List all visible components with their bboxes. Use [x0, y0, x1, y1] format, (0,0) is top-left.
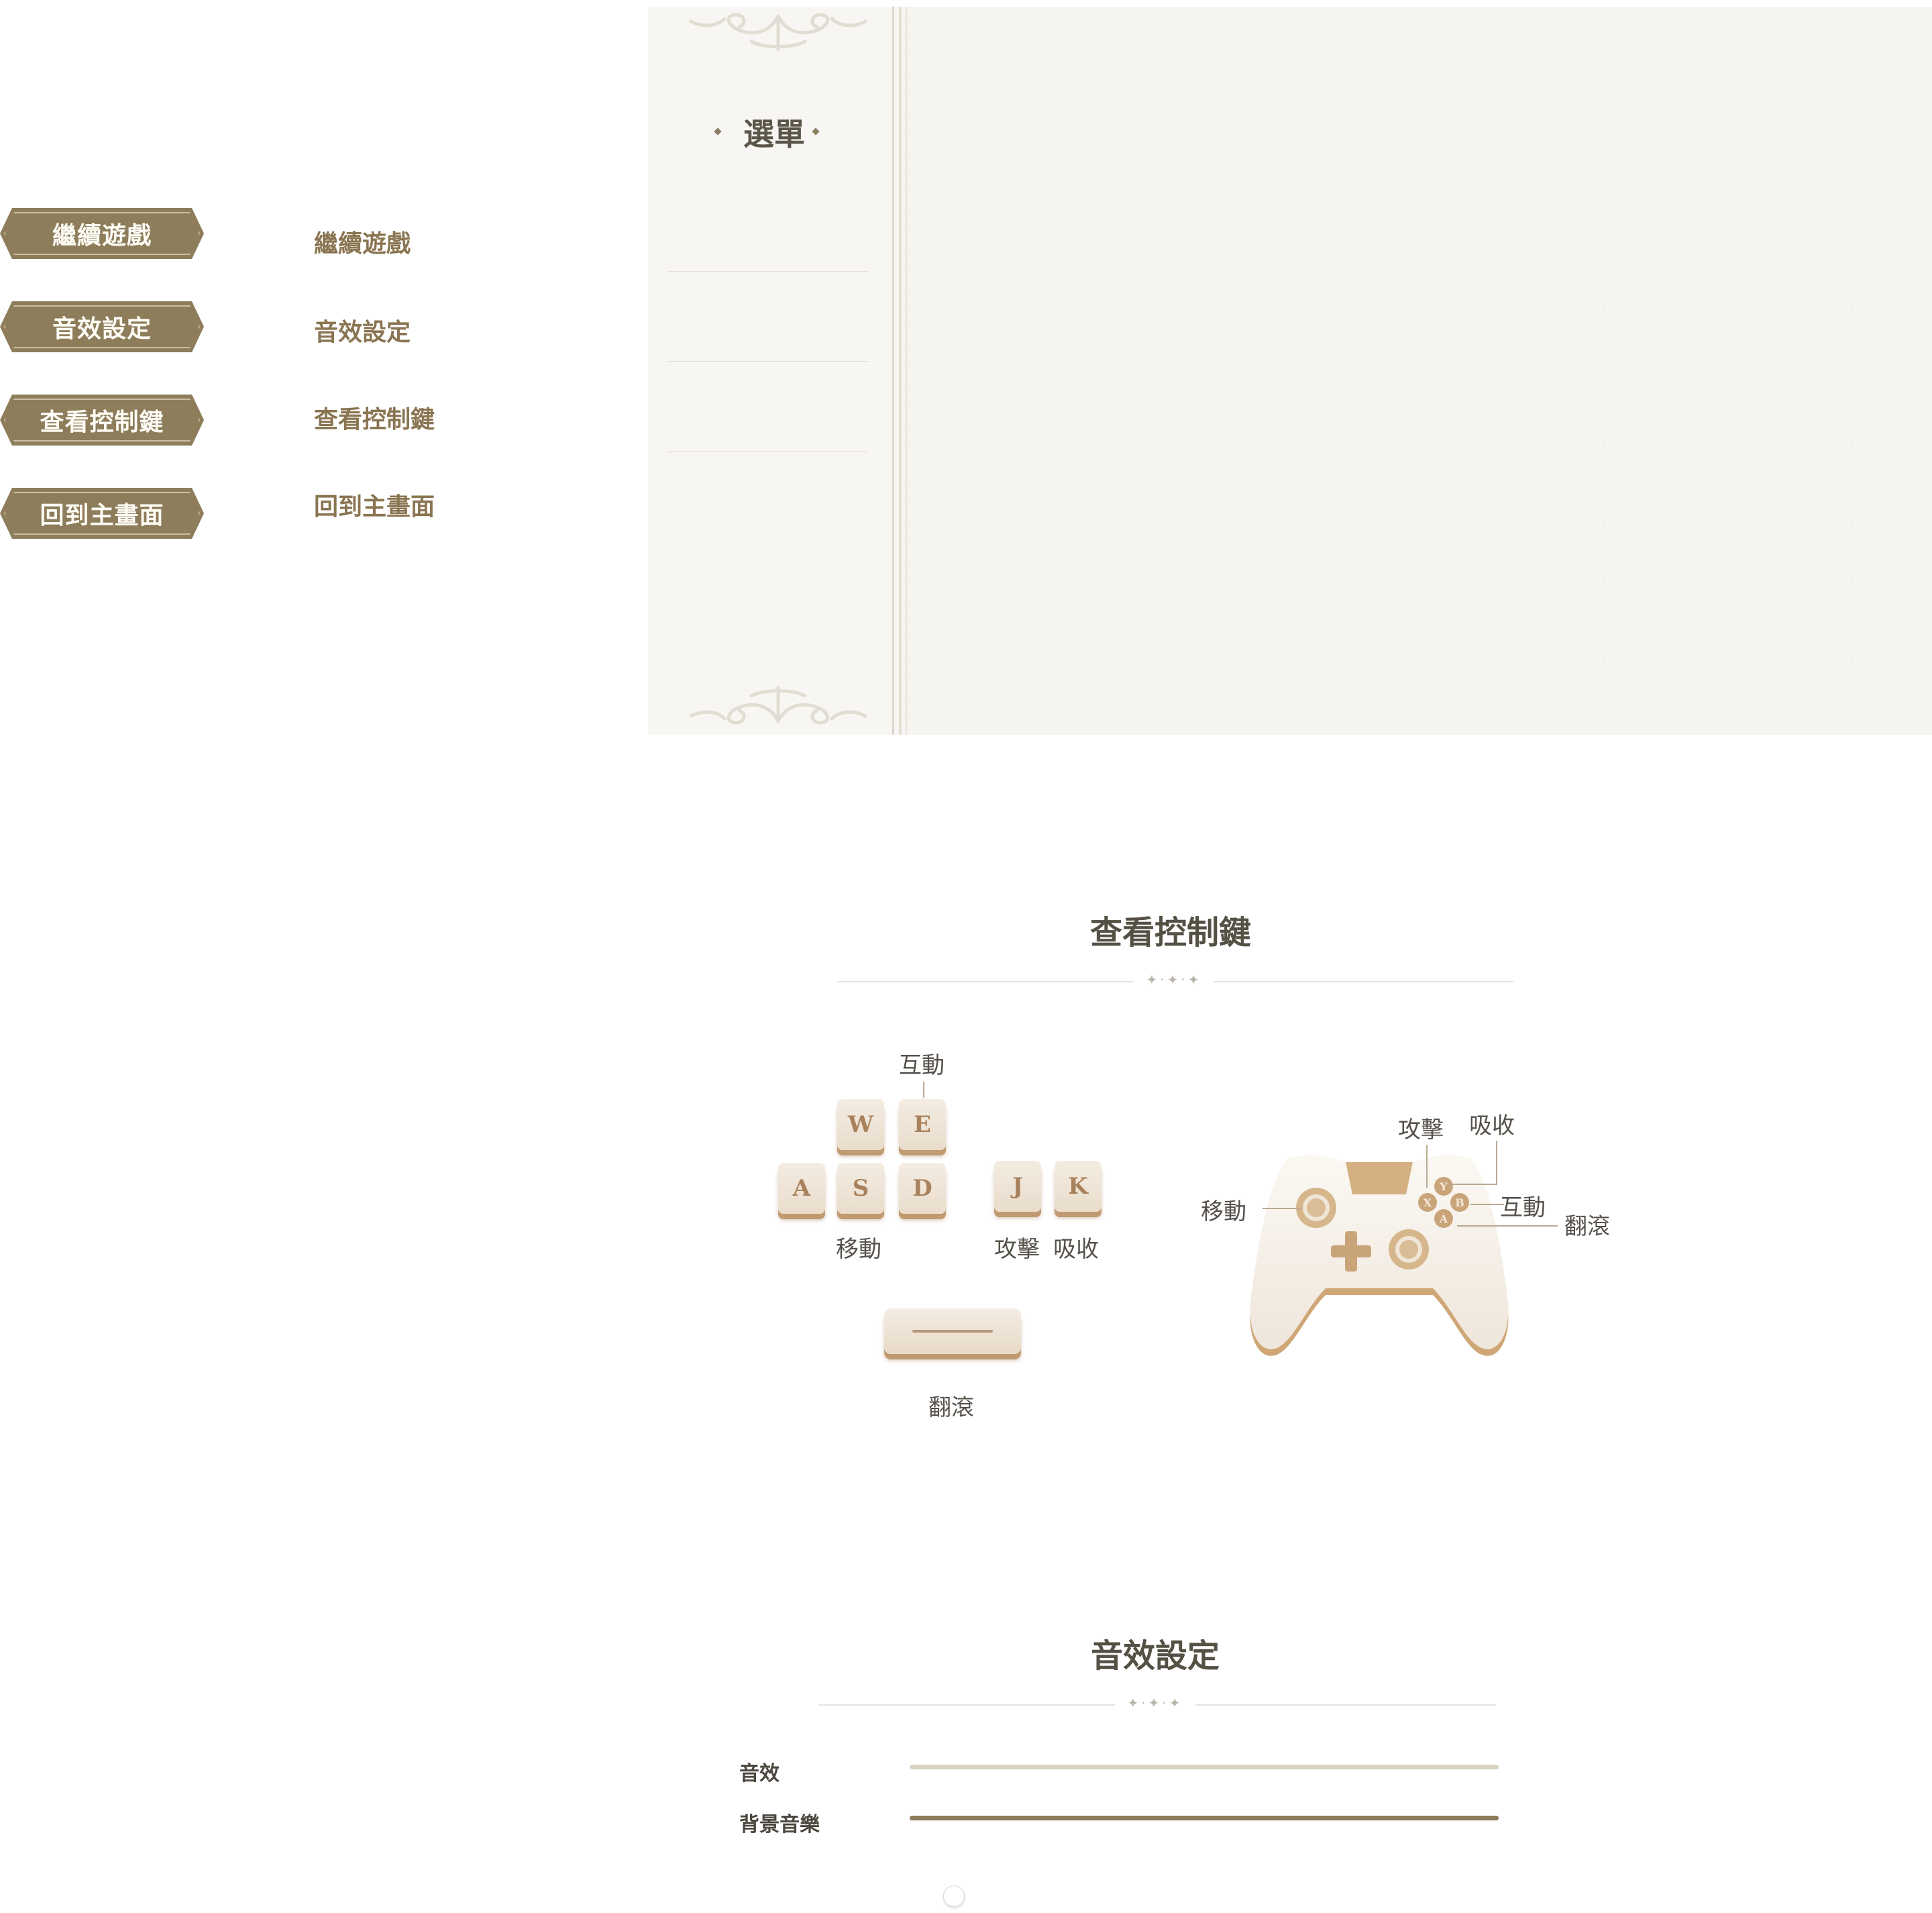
panel-border	[906, 7, 907, 735]
kb-attack-label: 攻擊	[994, 1236, 1040, 1263]
key-d[interactable]: D	[899, 1163, 946, 1214]
svg-text:B: B	[1455, 1196, 1464, 1209]
panel-border	[892, 7, 894, 735]
gp-roll-leader	[1457, 1225, 1558, 1227]
bottom-flourish-icon	[689, 686, 867, 725]
sound-settings-button-label: 音效設定	[52, 315, 152, 343]
gp-interact-label: 互動	[1500, 1194, 1546, 1221]
menu-divider	[667, 271, 868, 272]
bgm-slider-fill	[910, 1816, 1499, 1820]
kb-roll-label: 翻滾	[928, 1394, 974, 1421]
gp-attack-label: 攻擊	[1398, 1117, 1444, 1143]
panel-border	[899, 7, 902, 735]
view-controls-button-label: 查看控制鍵	[40, 409, 164, 436]
key-e[interactable]: E	[899, 1099, 946, 1150]
key-k[interactable]: K	[1055, 1161, 1102, 1212]
kb-absorb-label: 吸收	[1053, 1236, 1099, 1263]
kb-move-label: 移動	[836, 1236, 881, 1263]
menu-divider	[667, 361, 868, 362]
svg-text:Y: Y	[1439, 1180, 1448, 1193]
key-s[interactable]: S	[837, 1163, 884, 1214]
continue-game-link[interactable]: 繼續遊戲	[314, 224, 411, 259]
title-ornament-icon: ✦·✦·✦	[1134, 972, 1214, 988]
key-space[interactable]	[884, 1308, 1021, 1354]
return-main-button-label: 回到主畫面	[40, 502, 164, 529]
gp-roll-label: 翻滾	[1564, 1213, 1610, 1240]
kb-interact-leader	[923, 1082, 924, 1098]
gamepad-icon: Y X B A	[1250, 1155, 1509, 1356]
sfx-slider[interactable]	[910, 1765, 1499, 1769]
controls-section-title: 查看控制鍵	[1089, 914, 1251, 951]
title-ornament-icon: ✦·✦·✦	[1115, 1695, 1195, 1711]
kb-interact-label: 互動	[899, 1052, 945, 1079]
gp-interact-leader	[1470, 1204, 1504, 1205]
key-a[interactable]: A	[778, 1163, 825, 1214]
return-main-button[interactable]: 回到主畫面	[0, 488, 204, 539]
view-controls-link[interactable]: 查看控制鍵	[314, 400, 435, 435]
sound-settings-button[interactable]: 音效設定	[0, 301, 204, 352]
sfx-label: 音效	[739, 1762, 780, 1786]
gp-move-label: 移動	[1201, 1198, 1246, 1225]
menu-divider	[667, 451, 868, 452]
gp-absorb-label: 吸收	[1469, 1113, 1515, 1139]
svg-text:A: A	[1439, 1212, 1448, 1225]
top-flourish-icon	[689, 13, 867, 52]
svg-text:X: X	[1424, 1196, 1432, 1209]
continue-game-button[interactable]: 繼續遊戲	[0, 208, 204, 259]
key-j[interactable]: J	[994, 1161, 1041, 1212]
bgm-label: 背景音樂	[739, 1813, 820, 1837]
gp-move-leader	[1263, 1208, 1301, 1209]
gp-attack-leader	[1426, 1145, 1428, 1188]
slider-knob[interactable]	[943, 1885, 965, 1907]
key-w[interactable]: W	[837, 1099, 884, 1150]
sound-section-title: 音效設定	[1090, 1637, 1220, 1675]
bgm-slider[interactable]	[910, 1816, 1499, 1820]
sound-settings-link[interactable]: 音效設定	[314, 313, 411, 348]
gp-absorb-leader	[1496, 1141, 1497, 1184]
return-main-link[interactable]: 回到主畫面	[314, 487, 435, 522]
view-controls-button[interactable]: 查看控制鍵	[0, 395, 204, 446]
continue-game-button-label: 繼續遊戲	[52, 222, 152, 250]
gp-absorb-leader	[1449, 1184, 1497, 1185]
